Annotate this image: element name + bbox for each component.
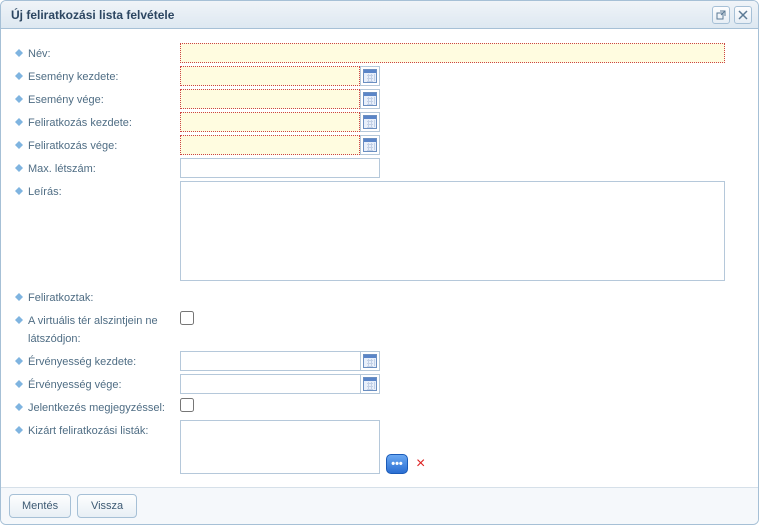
signup-start-calendar-button[interactable] [360, 112, 380, 132]
close-icon [738, 10, 748, 20]
description-textarea[interactable] [180, 181, 725, 281]
row-hide-sublevels: A virtuális tér alszintjein ne látszódjo… [15, 310, 744, 348]
label-apply-with-comment: Jelentkezés megjegyzéssel: [28, 399, 165, 417]
row-event-start: Esemény kezdete: [15, 66, 744, 86]
dialog-footer: Mentés Vissza [1, 487, 758, 524]
row-name: Név: [15, 43, 744, 63]
validity-start-input[interactable] [180, 351, 360, 371]
bullet-icon [15, 187, 23, 195]
label-subscribed: Feliratkoztak: [28, 289, 93, 307]
signup-list-dialog: Új feliratkozási lista felvétele Név: Es… [0, 0, 759, 525]
bullet-icon [15, 316, 23, 324]
label-validity-start: Érvényesség kezdete: [28, 353, 136, 371]
row-event-end: Esemény vége: [15, 89, 744, 109]
bullet-icon [15, 426, 23, 434]
validity-end-calendar-button[interactable] [360, 374, 380, 394]
hide-sublevels-checkbox[interactable] [180, 311, 194, 325]
bullet-icon [15, 357, 23, 365]
signup-start-datepicker [180, 112, 380, 132]
validity-start-calendar-button[interactable] [360, 351, 380, 371]
calendar-icon [363, 115, 377, 129]
validity-end-datepicker [180, 374, 380, 394]
label-signup-start: Feliratkozás kezdete: [28, 114, 132, 132]
label-event-start: Esemény kezdete: [28, 68, 119, 86]
dialog-header: Új feliratkozási lista felvétele [1, 1, 758, 29]
label-name: Név: [28, 45, 51, 63]
row-max-count: Max. létszám: [15, 158, 744, 178]
label-description: Leírás: [28, 183, 62, 201]
signup-end-datepicker [180, 135, 380, 155]
label-excluded-lists: Kizárt feliratkozási listák: [28, 422, 148, 440]
calendar-icon [363, 354, 377, 368]
dialog-body: Név: Esemény kezdete: Esemény vége: [1, 29, 758, 487]
row-subscribed: Feliratkoztak: [15, 287, 744, 307]
bullet-icon [15, 403, 23, 411]
validity-end-input[interactable] [180, 374, 360, 394]
bullet-icon [15, 95, 23, 103]
row-validity-end: Érvényesség vége: [15, 374, 744, 394]
label-signup-end: Feliratkozás vége: [28, 137, 117, 155]
excluded-lists-box[interactable] [180, 420, 380, 474]
event-start-datepicker [180, 66, 380, 86]
name-input[interactable] [180, 43, 725, 63]
ellipsis-icon: ••• [391, 459, 403, 470]
popout-icon [716, 10, 726, 20]
bullet-icon [15, 380, 23, 388]
calendar-icon [363, 92, 377, 106]
apply-with-comment-checkbox[interactable] [180, 398, 194, 412]
row-signup-start: Feliratkozás kezdete: [15, 112, 744, 132]
row-validity-start: Érvényesség kezdete: [15, 351, 744, 371]
bullet-icon [15, 118, 23, 126]
signup-start-input[interactable] [180, 112, 360, 132]
row-excluded-lists: Kizárt feliratkozási listák: ••• × [15, 420, 744, 474]
dialog-title: Új feliratkozási lista felvétele [11, 8, 712, 22]
event-end-input[interactable] [180, 89, 360, 109]
event-end-datepicker [180, 89, 380, 109]
label-event-end: Esemény vége: [28, 91, 104, 109]
bullet-icon [15, 49, 23, 57]
event-start-input[interactable] [180, 66, 360, 86]
bullet-icon [15, 72, 23, 80]
label-hide-sublevels: A virtuális tér alszintjein ne látszódjo… [28, 312, 180, 348]
back-button[interactable]: Vissza [77, 494, 137, 518]
save-button[interactable]: Mentés [9, 494, 71, 518]
close-button[interactable] [734, 6, 752, 24]
calendar-icon [363, 377, 377, 391]
popout-button[interactable] [712, 6, 730, 24]
signup-end-input[interactable] [180, 135, 360, 155]
validity-start-datepicker [180, 351, 380, 371]
calendar-icon [363, 138, 377, 152]
label-max-count: Max. létszám: [28, 160, 96, 178]
bullet-icon [15, 164, 23, 172]
select-lists-button[interactable]: ••• [386, 454, 408, 474]
row-description: Leírás: [15, 181, 744, 281]
row-apply-with-comment: Jelentkezés megjegyzéssel: [15, 397, 744, 417]
event-start-calendar-button[interactable] [360, 66, 380, 86]
remove-lists-button[interactable]: × [416, 454, 425, 474]
bullet-icon [15, 141, 23, 149]
signup-end-calendar-button[interactable] [360, 135, 380, 155]
calendar-icon [363, 69, 377, 83]
dialog-header-actions [712, 6, 752, 24]
row-signup-end: Feliratkozás vége: [15, 135, 744, 155]
bullet-icon [15, 293, 23, 301]
label-validity-end: Érvényesség vége: [28, 376, 122, 394]
max-count-input[interactable] [180, 158, 380, 178]
event-end-calendar-button[interactable] [360, 89, 380, 109]
